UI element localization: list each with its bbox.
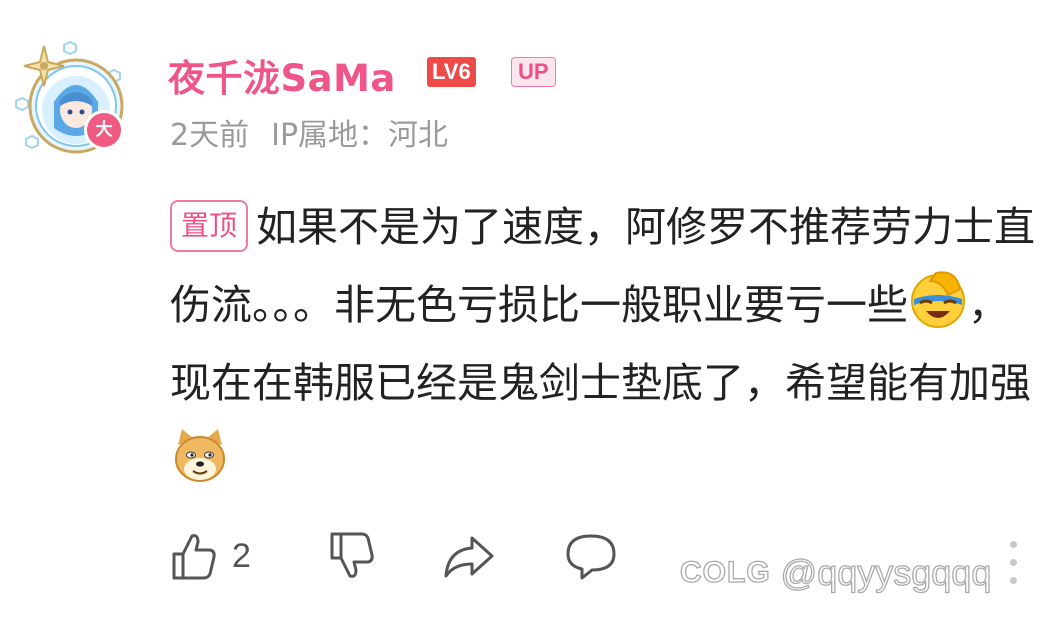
dislike-button[interactable] <box>328 530 376 582</box>
reply-button[interactable] <box>564 530 618 582</box>
share-button[interactable] <box>442 530 496 582</box>
pinned-tag: 置顶 <box>170 200 249 252</box>
comment-text-part-1: 如果不是为了速度，阿修罗不推荐劳力士直伤流。。。非无色亏损比一般职业要亏一些 <box>170 203 1036 329</box>
comment-time: 2天前 <box>170 118 250 153</box>
up-badge: UP <box>511 57 556 87</box>
doge-emoji-icon <box>175 429 225 482</box>
like-count: 2 <box>232 536 251 575</box>
watermark-logo: COLG <box>679 555 771 589</box>
reply-icon <box>566 534 616 580</box>
thumbs-down-icon <box>330 532 374 578</box>
comment-body: 置顶 如果不是为了速度，阿修罗不推荐劳力士直伤流。。。非无色亏损比一般职业要亏一些… <box>170 188 1040 500</box>
share-icon <box>444 536 494 578</box>
more-icon[interactable] <box>1010 541 1020 601</box>
avatar[interactable]: 大 <box>14 40 130 156</box>
facepalm-laugh-emoji-icon <box>911 271 965 328</box>
watermark: COLG @qqyysgqqq <box>679 551 992 594</box>
level-badge: LV6 <box>427 57 476 87</box>
avatar-badge: 大 <box>84 110 124 150</box>
comment-card: 大 夜千泷SaMa LV6 UP 2天前 IP属地：河北 置顶 如果不是为了速度，阿… <box>0 0 1045 617</box>
username[interactable]: 夜千泷SaMa <box>168 48 396 102</box>
watermark-handle: @qqyysgqqq <box>780 551 992 593</box>
comment-meta: 2天前 IP属地：河北 <box>170 110 448 154</box>
like-button[interactable]: 2 <box>170 530 251 582</box>
thumbs-up-icon <box>172 534 216 580</box>
ip-location: IP属地：河北 <box>271 118 449 153</box>
